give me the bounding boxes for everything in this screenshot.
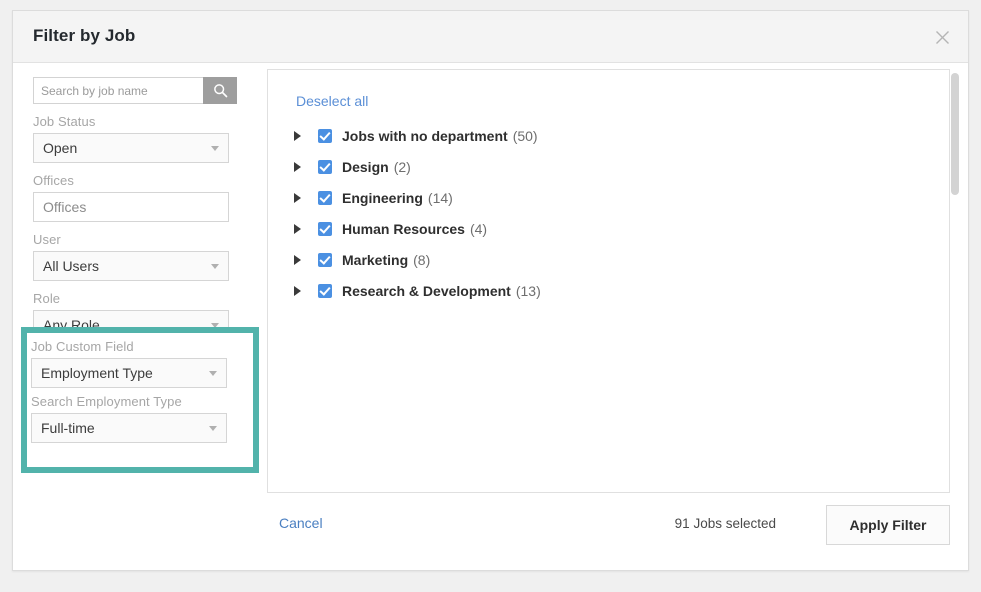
job-status-value: Open [43,140,78,156]
chevron-down-icon [211,264,219,269]
tree-item-count: (50) [512,127,538,144]
deselect-all-link[interactable]: Deselect all [296,93,368,109]
disclosure-triangle-icon[interactable] [294,192,310,203]
job-custom-field-select[interactable]: Employment Type [31,358,227,388]
chevron-down-icon [209,426,217,431]
page-title: Filter by Job [33,26,136,45]
modal-header: Filter by Job [13,11,968,63]
disclosure-triangle-icon[interactable] [294,285,310,296]
tree-item-label: Engineering [342,189,423,206]
tree-item[interactable]: Engineering (14) [294,182,939,213]
user-select[interactable]: All Users [33,251,229,281]
field-label-offices: Offices [33,173,74,188]
field-label-job-custom-field: Job Custom Field [31,339,134,354]
tree-item[interactable]: Research & Development (13) [294,275,939,306]
apply-filter-button[interactable]: Apply Filter [826,505,950,545]
jobs-selected-status: 91 Jobs selected [674,516,776,531]
department-tree-panel: Deselect all Jobs with no department (50)… [267,69,950,493]
department-tree-list: Jobs with no department (50) Design (2) Engi… [294,120,939,306]
tree-item-count: (14) [427,189,453,206]
highlight-annotation-box: Job Custom Field Employment Type Search … [21,327,259,473]
modal-footer: Cancel 91 Jobs selected Apply Filter [267,505,950,547]
checkbox-icon[interactable] [318,128,332,143]
checkbox-icon[interactable] [318,252,332,267]
modal-body: Job Status Open Offices Offices User All… [13,63,968,571]
search-input[interactable] [33,77,203,104]
tree-item[interactable]: Jobs with no department (50) [294,120,939,151]
tree-item-count: (4) [469,220,488,237]
offices-input[interactable]: Offices [33,192,229,222]
field-label-role: Role [33,291,61,306]
field-label-search-employment-type: Search Employment Type [31,394,182,409]
disclosure-triangle-icon[interactable] [294,223,310,234]
tree-item[interactable]: Human Resources (4) [294,213,939,244]
job-status-select[interactable]: Open [33,133,229,163]
tree-item[interactable]: Marketing (8) [294,244,939,275]
field-label-user: User [33,232,61,247]
tree-item-label: Research & Development [342,282,511,299]
scrollbar-track[interactable] [951,69,959,493]
tree-item-label: Jobs with no department [342,127,508,144]
filter-by-job-modal: Filter by Job Job Status Open [12,10,969,571]
tree-item-label: Marketing [342,251,409,268]
search-row [33,77,237,104]
close-icon[interactable] [930,25,954,49]
tree-item-label: Human Resources [342,220,465,237]
user-value: All Users [43,258,100,274]
checkbox-icon[interactable] [318,190,332,205]
disclosure-triangle-icon[interactable] [294,254,310,265]
offices-value: Offices [43,199,87,215]
checkbox-icon[interactable] [318,221,332,236]
checkbox-icon[interactable] [318,283,332,298]
tree-item-count: (13) [515,282,541,299]
scrollbar-thumb[interactable] [951,73,959,195]
disclosure-triangle-icon[interactable] [294,161,310,172]
tree-item-count: (8) [413,251,431,268]
cancel-button[interactable]: Cancel [279,515,323,531]
job-custom-field-value: Employment Type [41,365,153,381]
employment-type-select[interactable]: Full-time [31,413,227,443]
tree-item-count: (2) [393,158,411,175]
disclosure-triangle-icon[interactable] [294,130,310,141]
tree-item[interactable]: Design (2) [294,151,939,182]
checkbox-icon[interactable] [318,159,332,174]
filter-sidebar: Job Status Open Offices Offices User All… [21,77,259,340]
search-icon[interactable] [203,77,237,104]
employment-type-value: Full-time [41,420,95,436]
chevron-down-icon [209,371,217,376]
field-label-job-status: Job Status [33,114,96,129]
tree-item-label: Design [342,158,389,175]
chevron-down-icon [211,146,219,151]
